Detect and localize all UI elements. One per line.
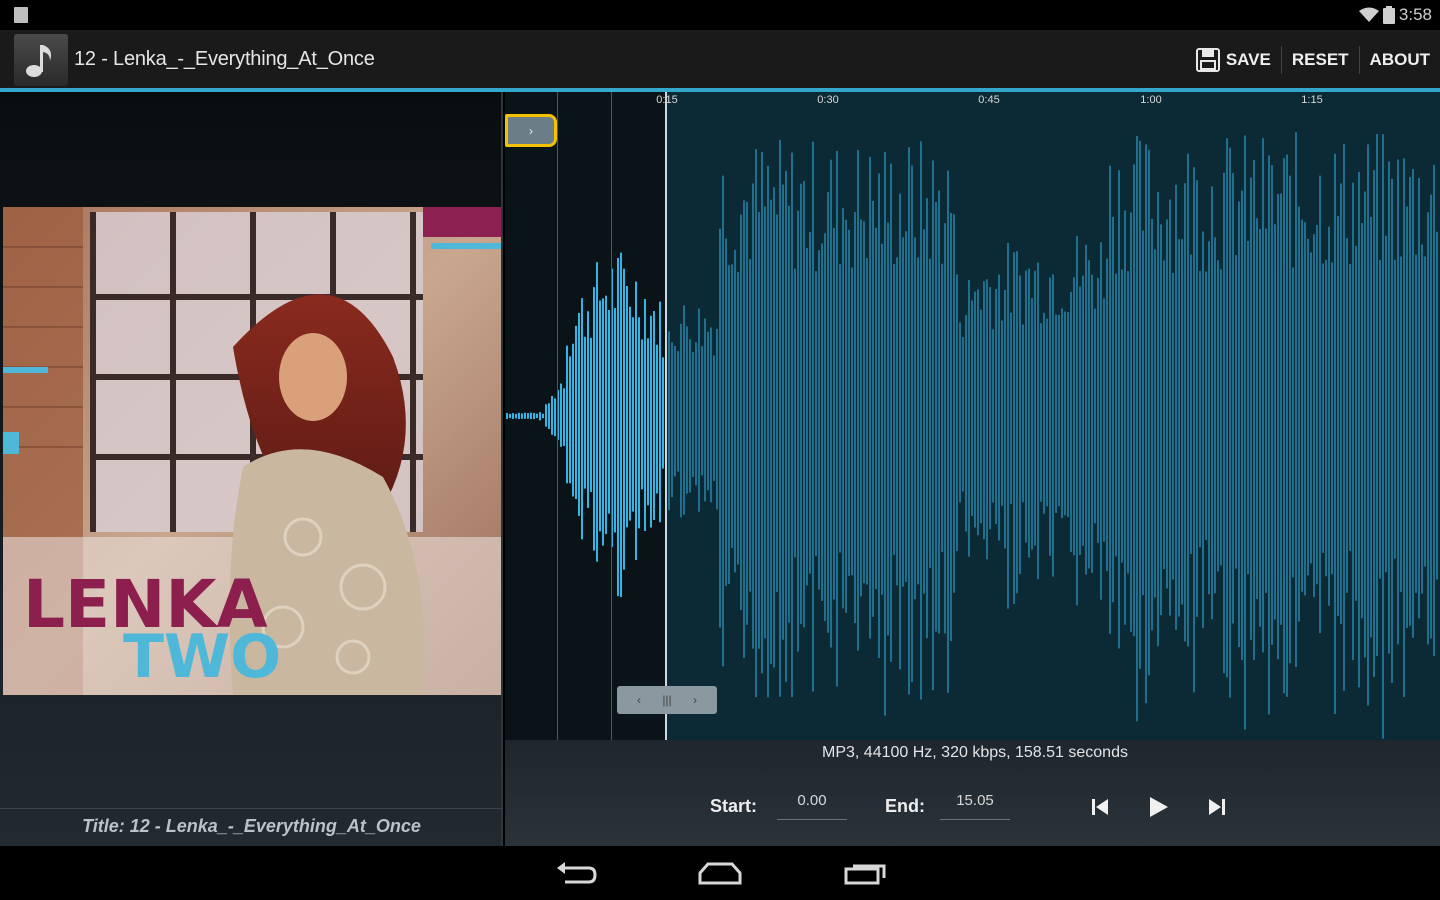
recents-icon [844,864,886,885]
timeline-label: 0:15 [656,94,678,106]
reset-label: RESET [1291,50,1349,69]
playhead[interactable] [665,92,667,740]
album-art: LENKA TWO [3,207,501,695]
floppy-disk-icon [1195,48,1220,72]
grid-line [611,92,612,740]
album-pane: LENKA TWO Title: 12 - Lenka_-_Everything… [0,92,503,846]
notification-icon [14,7,28,23]
album-text-two: TWO [123,622,281,692]
about-button[interactable]: ABOUT [1360,30,1440,90]
next-button[interactable] [1202,792,1232,822]
music-note-icon [26,45,52,77]
grid-line [557,92,558,740]
timeline-label: 0:45 [978,94,1000,106]
status-bar: 3:58 [0,0,1440,30]
status-indicators: 3:58 [1358,4,1432,26]
battery-icon [1382,6,1395,24]
recents-button[interactable] [836,856,896,890]
back-icon [557,862,597,884]
timeline-label: 0:30 [817,94,839,106]
grip-icon: ||| [662,693,672,707]
file-title: 12 - Lenka_-_Everything_At_Once [74,48,375,70]
action-menu: SAVE RESET ABOUT [1186,30,1440,90]
back-button[interactable] [546,856,606,890]
wifi-icon [1358,7,1379,22]
start-field[interactable]: 0.00 [777,792,847,820]
skip-previous-icon [1092,799,1108,815]
waveform [506,132,1438,739]
timeline-label: 1:00 [1140,94,1162,106]
save-button[interactable]: SAVE [1186,30,1281,90]
play-button[interactable] [1143,792,1173,822]
start-marker-handle[interactable]: › [505,114,557,147]
divider [0,808,503,809]
about-label: ABOUT [1369,50,1430,69]
start-label: Start: [710,796,758,816]
clock: 3:58 [1398,5,1432,24]
album-cover-image: LENKA TWO [3,207,501,695]
navigation-bar [0,846,1440,900]
edit-controls: MP3, 44100 Hz, 320 kbps, 158.51 seconds … [505,740,1440,846]
chevron-right-icon: › [692,693,697,707]
track-title-caption: Title: 12 - Lenka_-_Everything_At_Once [82,816,421,836]
end-field[interactable]: 15.05 [940,792,1010,820]
waveform-view[interactable]: 0:15 0:30 0:45 1:00 1:15 › ‹ ||| › [505,92,1440,740]
timeline-label: 1:15 [1301,94,1323,106]
skip-next-icon [1209,799,1225,815]
previous-button[interactable] [1085,792,1115,822]
play-icon [1150,797,1168,817]
home-button[interactable] [690,856,750,890]
save-label: SAVE [1225,50,1271,69]
app-icon[interactable] [14,34,68,86]
file-info: MP3, 44100 Hz, 320 kbps, 158.51 seconds [822,744,1128,761]
reset-button[interactable]: RESET [1282,30,1359,90]
end-label: End: [885,796,925,816]
end-marker-handle[interactable]: ‹ ||| › [617,686,717,714]
chevron-left-icon: ‹ [637,693,641,707]
home-icon [698,862,742,885]
